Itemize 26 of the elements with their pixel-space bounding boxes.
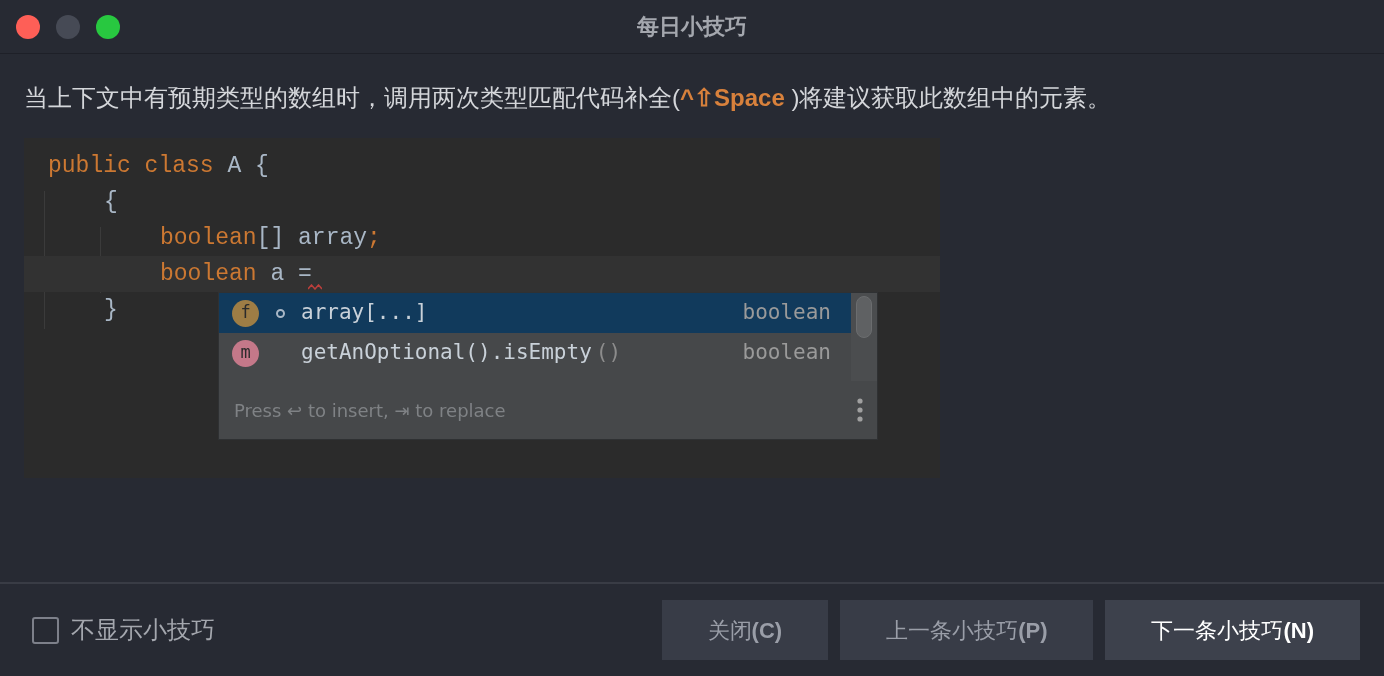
tip-text: 当上下文中有预期类型的数组时，调用两次类型匹配代码补全(^⇧Space )将建议获取此数组中的元素。 bbox=[24, 83, 1113, 113]
code-line: public class A { bbox=[48, 151, 269, 181]
completion-type: boolean bbox=[742, 339, 831, 367]
code-line: } bbox=[104, 295, 118, 325]
zoom-window-icon[interactable] bbox=[96, 14, 120, 39]
scrollbar-thumb[interactable] bbox=[856, 296, 872, 338]
completion-name: array[...] bbox=[301, 299, 428, 327]
completion-hint: Press ↩ to insert, ⇥ to replace bbox=[234, 398, 506, 423]
completion-type: boolean bbox=[742, 299, 831, 327]
completion-item[interactable]: m getAnOptional().isEmpty () boolean bbox=[219, 333, 851, 373]
field-icon: f bbox=[232, 299, 259, 327]
dialog-button[interactable]: 下一条小技巧(N) bbox=[1105, 600, 1360, 660]
completion-params: () bbox=[595, 339, 622, 367]
completion-name: getAnOptional().isEmpty bbox=[301, 339, 592, 367]
code-line: boolean a = bbox=[160, 259, 312, 289]
checkbox-label: 不显示小技巧 bbox=[71, 615, 215, 645]
checkbox[interactable] bbox=[32, 616, 59, 644]
code-line: boolean[] array; bbox=[160, 223, 381, 253]
dialog-button[interactable]: 上一条小技巧(P) bbox=[840, 600, 1094, 660]
completion-item[interactable]: f array[...] boolean bbox=[219, 293, 851, 333]
code-line: { bbox=[104, 187, 118, 217]
more-options-icon[interactable] bbox=[857, 398, 863, 422]
dialog-button[interactable]: 关闭(C) bbox=[661, 600, 829, 660]
close-window-icon[interactable] bbox=[16, 14, 40, 39]
method-icon: m bbox=[232, 339, 259, 367]
window-title: 每日小技巧 bbox=[637, 13, 747, 41]
